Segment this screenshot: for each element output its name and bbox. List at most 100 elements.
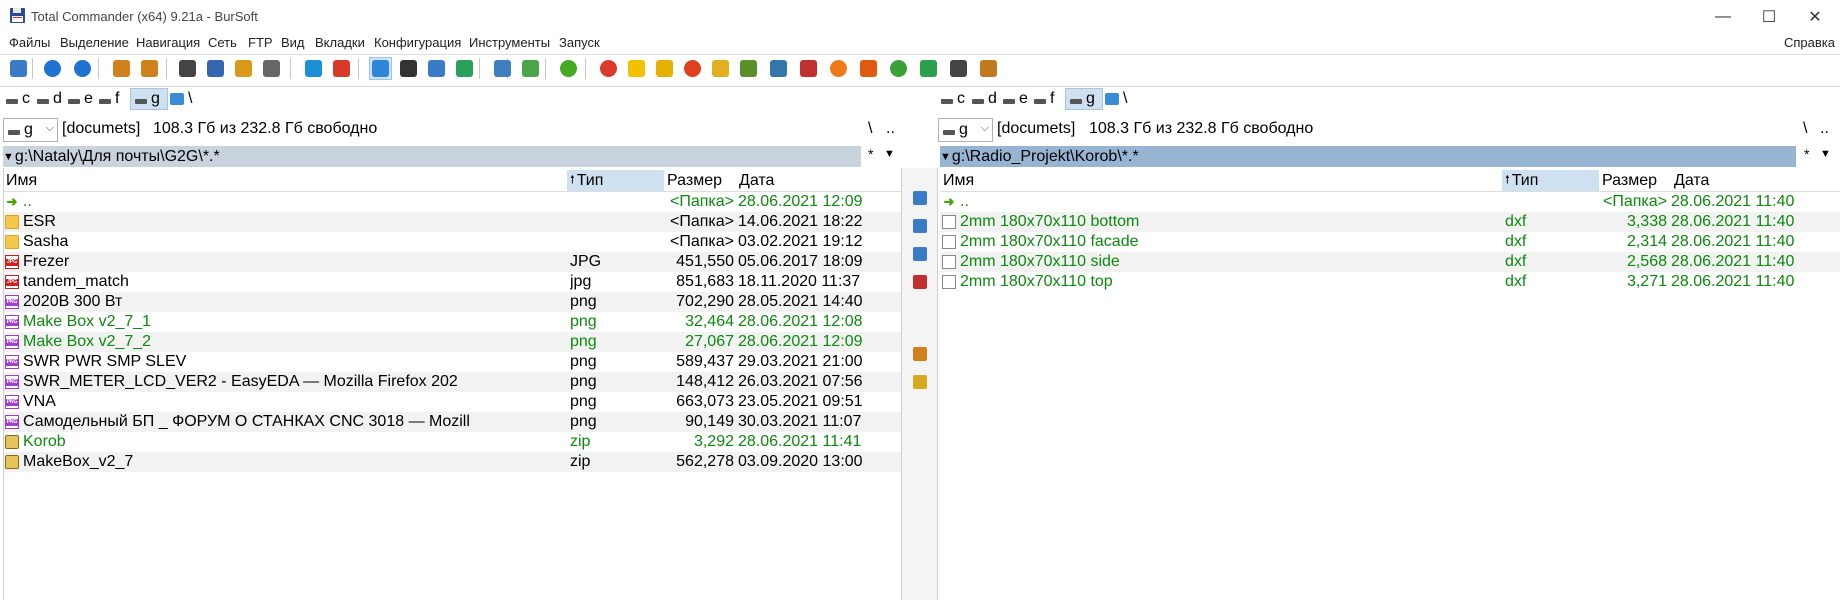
- left-drive-button-e[interactable]: e: [68, 88, 99, 110]
- copy-button[interactable]: [910, 244, 929, 263]
- chrome-button[interactable]: [597, 57, 620, 80]
- move-button[interactable]: [910, 272, 929, 291]
- left-filter[interactable]: *: [868, 146, 873, 162]
- table-row[interactable]: MakeBox_v2_7 zip 562,278 03.09.2020 13:00: [3, 452, 901, 472]
- green-circle-button[interactable]: [557, 57, 580, 80]
- table-row[interactable]: ESR <Папка> 14.06.2021 18:22: [3, 212, 901, 232]
- left-drive-button-g[interactable]: g: [130, 88, 168, 110]
- table-row[interactable]: FrezerJPG451,55005.06.2017 18:09: [3, 252, 901, 272]
- compare-button[interactable]: [453, 57, 476, 80]
- usb-button[interactable]: [947, 57, 970, 80]
- 64-button[interactable]: [917, 57, 940, 80]
- left-col-size[interactable]: Размер: [664, 170, 736, 192]
- maximize-button[interactable]: ☐: [1746, 0, 1792, 33]
- close-button[interactable]: ✕: [1792, 0, 1838, 33]
- zoom-button[interactable]: [491, 57, 514, 80]
- left-col-type[interactable]: 🠕 Тип: [567, 170, 664, 192]
- right-filter[interactable]: *: [1804, 146, 1809, 162]
- table-row[interactable]: VNApng663,07323.05.2021 09:51: [3, 392, 901, 412]
- left-col-date[interactable]: Дата: [736, 170, 901, 192]
- left-drive-button-f[interactable]: f: [99, 88, 130, 110]
- utorrent-button[interactable]: [887, 57, 910, 80]
- ink-button[interactable]: [767, 57, 790, 80]
- search-button[interactable]: [397, 57, 420, 80]
- right-drive-button-d[interactable]: d: [972, 88, 1003, 110]
- table-row[interactable]: SWR PWR SMP SLEVpng589,43729.03.2021 21:…: [3, 352, 901, 372]
- table-row[interactable]: Make Box v2_7_2png27,06728.06.2021 12:09: [3, 332, 901, 352]
- right-drive-combo[interactable]: g ⌵: [938, 118, 993, 142]
- menu-tools[interactable]: Инструменты: [469, 35, 550, 50]
- kb-button[interactable]: [232, 57, 255, 80]
- menu-network[interactable]: Сеть: [208, 35, 237, 50]
- menu-configuration[interactable]: Конфигурация: [374, 35, 461, 50]
- menu-launch[interactable]: Запуск: [559, 35, 600, 50]
- menu-files[interactable]: Файлы: [9, 35, 50, 50]
- table-row[interactable]: SWR_METER_LCD_VER2 - EasyEDA — Mozilla F…: [3, 372, 901, 392]
- table-row[interactable]: 2mm 180x70x110 top dxf 3,271 28.06.2021 11:…: [940, 272, 1840, 292]
- left-col-name[interactable]: Имя: [3, 170, 567, 192]
- right-up-button[interactable]: ..: [1820, 120, 1829, 138]
- ftp-button[interactable]: [330, 57, 353, 80]
- left-drive-button-c[interactable]: c: [6, 88, 37, 110]
- history-dropdown-icon[interactable]: ▼: [3, 151, 14, 163]
- invert-selection-button[interactable]: [176, 57, 199, 80]
- table-row[interactable]: Korob zip 3,292 28.06.2021 11:41: [3, 432, 901, 452]
- table-row[interactable]: Make Box v2_7_1png32,46428.06.2021 12:08: [3, 312, 901, 332]
- minimize-button[interactable]: —: [1700, 0, 1746, 33]
- new-folder-button[interactable]: [910, 372, 929, 391]
- right-drive-button-f[interactable]: f: [1034, 88, 1065, 110]
- unpack-button[interactable]: [138, 57, 161, 80]
- pack-files-button[interactable]: [910, 344, 929, 363]
- target-button[interactable]: [681, 57, 704, 80]
- menu-selection[interactable]: Выделение: [60, 35, 129, 50]
- menu-ftp[interactable]: FTP: [248, 35, 273, 50]
- ftp-tool-button[interactable]: [709, 57, 732, 80]
- table-row[interactable]: ➜.. <Папка> 28.06.2021 11:40: [940, 192, 1840, 212]
- yellow-play-button[interactable]: [625, 57, 648, 80]
- info-button[interactable]: [369, 57, 392, 80]
- cable-button[interactable]: [797, 57, 820, 80]
- table-row[interactable]: Sasha <Папка> 03.02.2021 19:12: [3, 232, 901, 252]
- table-row[interactable]: ➜.. <Папка> 28.06.2021 12:09: [3, 192, 901, 212]
- view-button[interactable]: [910, 188, 929, 207]
- pack-button[interactable]: [110, 57, 133, 80]
- menu-view[interactable]: Вид: [281, 35, 305, 50]
- left-path-bar[interactable]: ▼ g:\Nataly\Для почты\G2G\*.*: [3, 146, 861, 167]
- right-col-size[interactable]: Размер: [1599, 170, 1671, 192]
- edit-button[interactable]: [910, 216, 929, 235]
- left-up-button[interactable]: ..: [886, 120, 895, 138]
- internet-explorer-button[interactable]: [302, 57, 325, 80]
- table-row[interactable]: 2mm 180x70x110 side dxf 2,568 28.06.2021 11…: [940, 252, 1840, 272]
- firefox-button[interactable]: [827, 57, 850, 80]
- refresh-button[interactable]: [7, 57, 30, 80]
- menu-tabs[interactable]: Вкладки: [315, 35, 365, 50]
- left-network-drive-button[interactable]: \: [170, 88, 192, 110]
- notepad-button[interactable]: [737, 57, 760, 80]
- back-button[interactable]: [41, 57, 64, 80]
- table-row[interactable]: 2mm 180x70x110 facade dxf 2,314 28.06.2021 …: [940, 232, 1840, 252]
- right-drive-button-e[interactable]: e: [1003, 88, 1034, 110]
- left-filter-dropdown-icon[interactable]: ▼: [884, 148, 895, 160]
- table-row[interactable]: Самодельный БП _ ФОРУМ О СТАНКАХ CNC 301…: [3, 412, 901, 432]
- left-drive-button-d[interactable]: d: [37, 88, 68, 110]
- right-col-type[interactable]: 🠕 Тип: [1502, 170, 1599, 192]
- right-network-drive-button[interactable]: \: [1105, 88, 1127, 110]
- sync-button[interactable]: [425, 57, 448, 80]
- table-row[interactable]: 2mm 180x70x110 bottom dxf 3,338 28.06.2021 …: [940, 212, 1840, 232]
- mail-button[interactable]: [857, 57, 880, 80]
- right-drive-button-c[interactable]: c: [941, 88, 972, 110]
- right-col-date[interactable]: Дата: [1671, 170, 1840, 192]
- right-path-bar[interactable]: ▼ g:\Radio_Projekt\Korob\*.*: [940, 146, 1796, 167]
- find-button[interactable]: [260, 57, 283, 80]
- menu-help[interactable]: Справка: [1784, 35, 1835, 50]
- table-row[interactable]: tandem_matchjpg851,68318.11.2020 11:37: [3, 272, 901, 292]
- left-drive-combo[interactable]: g ⌵: [3, 118, 58, 142]
- table-row[interactable]: 2020В 300 Втpng702,29028.05.2021 14:40: [3, 292, 901, 312]
- history-dropdown-icon[interactable]: ▼: [940, 151, 951, 163]
- left-root-button[interactable]: \: [868, 120, 872, 138]
- tree-button[interactable]: [204, 57, 227, 80]
- tools-button[interactable]: [977, 57, 1000, 80]
- forward-button[interactable]: [71, 57, 94, 80]
- right-filter-dropdown-icon[interactable]: ▼: [1820, 148, 1831, 160]
- right-root-button[interactable]: \: [1803, 120, 1807, 138]
